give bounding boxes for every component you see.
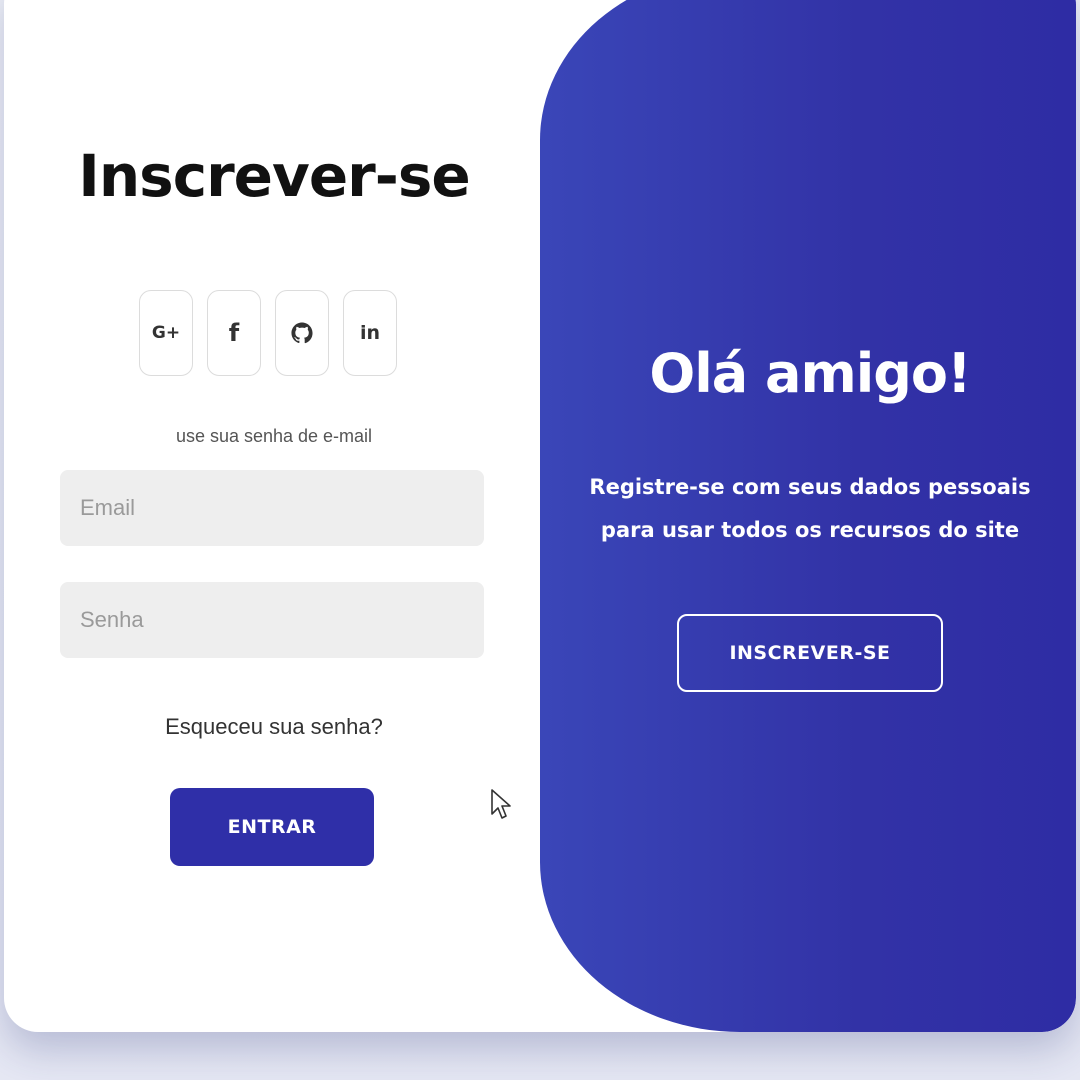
sign-up-button[interactable]: INSCREVER-SE: [677, 614, 943, 692]
overlay-description: Registre-se com seus dados pessoais para…: [589, 475, 1031, 542]
mouse-cursor-icon: [490, 788, 514, 827]
linkedin-button[interactable]: in: [343, 290, 397, 376]
facebook-button[interactable]: f: [207, 290, 261, 376]
overlay-title: Olá amigo!: [649, 342, 971, 405]
google-plus-button[interactable]: G+: [139, 290, 193, 376]
auth-card: Inscrever-se G+ f in use sua senha de e-…: [4, 0, 1076, 1032]
sign-in-button[interactable]: ENTRAR: [170, 788, 374, 866]
password-input[interactable]: [60, 582, 484, 658]
linkedin-icon: in: [359, 322, 381, 344]
github-button[interactable]: [275, 290, 329, 376]
sign-in-form: Inscrever-se G+ f in use sua senha de e-…: [4, 0, 544, 1032]
social-buttons: G+ f in: [139, 290, 397, 376]
form-title: Inscrever-se: [78, 142, 470, 210]
welcome-overlay: Olá amigo! Registre-se com seus dados pe…: [540, 0, 1076, 1032]
email-hint-text: use sua senha de e-mail: [175, 426, 373, 446]
github-icon: [291, 322, 313, 344]
forgot-password-link[interactable]: Esqueceu sua senha?: [4, 714, 544, 740]
email-input[interactable]: [60, 470, 484, 546]
google-plus-icon: G+: [151, 323, 181, 343]
facebook-icon: f: [228, 319, 240, 347]
